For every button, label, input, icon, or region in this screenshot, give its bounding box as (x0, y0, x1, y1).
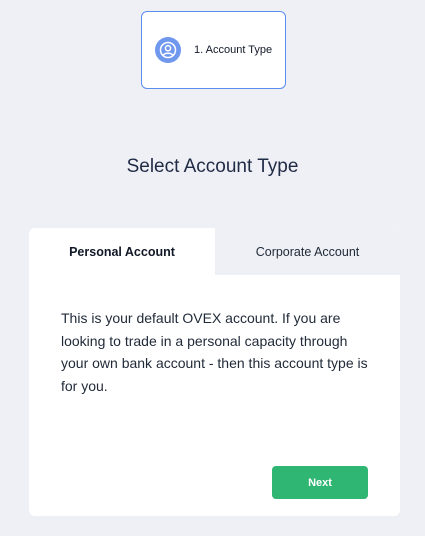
account-type-tabs: Personal Account Corporate Account (29, 228, 400, 275)
step-card-account-type: 1. Account Type (141, 11, 286, 89)
page-title: Select Account Type (126, 156, 299, 177)
step-label: 1. Account Type (194, 44, 273, 56)
next-button[interactable]: Next (272, 466, 368, 499)
tab-personal-account[interactable]: Personal Account (29, 228, 215, 275)
account-description: This is your default OVEX account. If yo… (61, 310, 368, 394)
user-circle-icon (155, 37, 181, 63)
account-type-panel: Personal Account Corporate Account This … (29, 228, 400, 516)
tab-corporate-account[interactable]: Corporate Account (215, 228, 400, 275)
